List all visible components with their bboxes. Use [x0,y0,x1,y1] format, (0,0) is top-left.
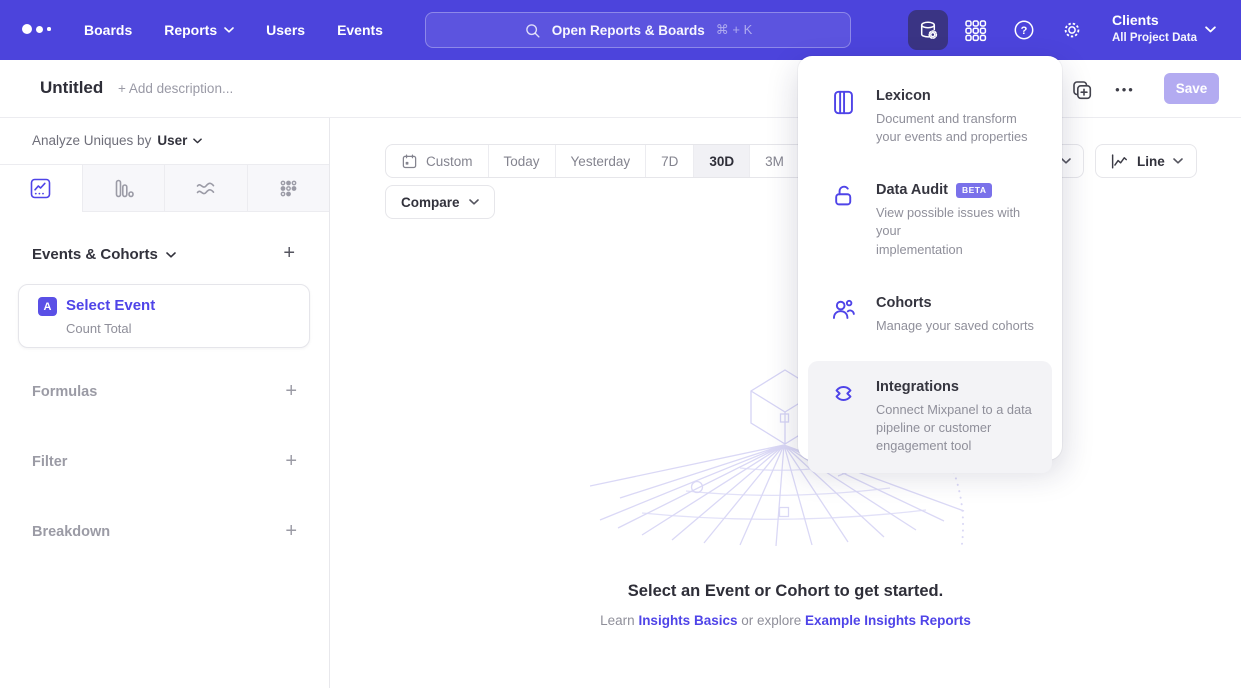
tab-metrics-grid[interactable] [247,165,330,212]
example-insights-reports-link[interactable]: Example Insights Reports [805,613,971,628]
select-event-link[interactable]: Select Event [66,297,155,314]
add-filter-button[interactable]: + [285,450,297,473]
analyze-label: Analyze Uniques by [32,133,151,148]
apps-grid-button[interactable] [963,18,987,42]
chart-type-dropdown[interactable]: Line [1095,144,1197,178]
analyze-uniques-by: Analyze Uniques by User [32,133,202,148]
bar-chart-icon [112,177,135,200]
menu-item-integrations[interactable]: Integrations Connect Mixpanel to a datap… [808,361,1052,473]
menu-item-data-audit[interactable]: Data AuditBETA View possible issues with… [808,164,1052,276]
settings-button[interactable] [1060,18,1084,42]
add-event-button[interactable]: + [283,242,295,265]
book-icon [830,89,857,116]
integrations-sync-icon [830,380,857,407]
range-yesterday[interactable]: Yesterday [555,145,646,177]
nav-reports[interactable]: Reports [164,22,234,38]
audit-lock-icon [830,183,857,210]
line-chart-icon [1109,151,1129,171]
range-today[interactable]: Today [488,145,555,177]
tab-bar-chart[interactable] [82,165,165,212]
date-range-control: Custom Today Yesterday 7D 30D 3M 6M [385,144,850,178]
duplicate-button[interactable] [1070,78,1094,102]
chevron-down-icon [1061,158,1071,164]
cohorts-users-icon [830,296,857,323]
data-management-button[interactable] [908,10,948,50]
grid-9-icon [964,19,987,42]
add-breakdown-button[interactable]: + [285,520,297,543]
menu-item-lexicon[interactable]: Lexicon Document and transformyour event… [808,70,1052,164]
chevron-down-icon [1205,26,1216,33]
chevron-down-icon [193,138,202,144]
chevron-down-icon [224,27,234,33]
nav-events[interactable]: Events [337,22,383,38]
data-management-menu: Lexicon Document and transformyour event… [798,56,1062,460]
count-total-dropdown[interactable]: Count Total [66,321,132,336]
add-formula-button[interactable]: + [285,380,297,403]
database-gear-icon [917,19,940,42]
nav-users[interactable]: Users [266,22,305,38]
svg-text:?: ? [1021,25,1028,37]
menu-item-cohorts[interactable]: Cohorts Manage your saved cohorts [808,277,1052,353]
tab-flow[interactable] [164,165,247,212]
events-cohorts-header[interactable]: Events & Cohorts [32,246,176,263]
analyze-value-dropdown[interactable]: User [157,133,187,148]
copy-plus-icon [1070,78,1094,102]
breakdown-section: Breakdown + [32,520,297,543]
help-button[interactable]: ? [1012,18,1036,42]
event-badge-a: A [38,297,57,316]
gear-icon [1061,19,1083,41]
query-builder-sidebar: Analyze Uniques by User [0,118,330,688]
range-30d[interactable]: 30D [693,145,749,177]
ellipsis-icon: ••• [1115,82,1135,97]
report-title[interactable]: Untitled [40,78,103,98]
empty-state-title: Select an Event or Cohort to get started… [330,582,1241,601]
help-icon: ? [1012,18,1036,42]
tab-insights-line[interactable] [0,165,82,212]
chevron-down-icon [166,252,176,258]
chart-type-tabs [0,164,329,212]
formulas-section: Formulas + [32,380,297,403]
mixpanel-logo[interactable] [22,24,51,34]
more-options-button[interactable]: ••• [1108,74,1142,104]
main-nav: Boards Reports Users Events [84,0,383,60]
dots-grid-icon [277,177,300,200]
empty-state-subtitle: Learn Insights Basics or explore Example… [330,613,1241,628]
save-button[interactable]: Save [1164,73,1219,104]
beta-badge: BETA [956,183,993,198]
top-navbar: Boards Reports Users Events Open Reports… [0,0,1241,60]
range-custom[interactable]: Custom [386,145,488,177]
insights-basics-link[interactable]: Insights Basics [638,613,737,628]
filter-section: Filter + [32,450,297,473]
chevron-down-icon [469,199,479,205]
project-switcher[interactable]: Clients All Project Data [1112,10,1197,46]
nav-boards[interactable]: Boards [84,22,132,38]
search-icon [524,22,541,39]
compare-dropdown[interactable]: Compare [385,185,495,219]
project-name: All Project Data [1112,30,1197,46]
chevron-down-icon [1173,158,1183,164]
event-card[interactable]: A Select Event Count Total [18,284,310,348]
flow-waves-icon [194,177,217,200]
search-shortcut: ⌘ + K [716,22,753,38]
insights-line-icon [29,177,52,200]
add-description-field[interactable]: + Add description... [118,81,233,96]
range-7d[interactable]: 7D [645,145,693,177]
calendar-icon [401,153,418,170]
range-3m[interactable]: 3M [749,145,799,177]
search-placeholder: Open Reports & Boards [552,23,705,38]
org-name: Clients [1112,10,1197,30]
search-input[interactable]: Open Reports & Boards ⌘ + K [425,12,851,48]
mixpanel-insights-page: Boards Reports Users Events Open Reports… [0,0,1241,688]
